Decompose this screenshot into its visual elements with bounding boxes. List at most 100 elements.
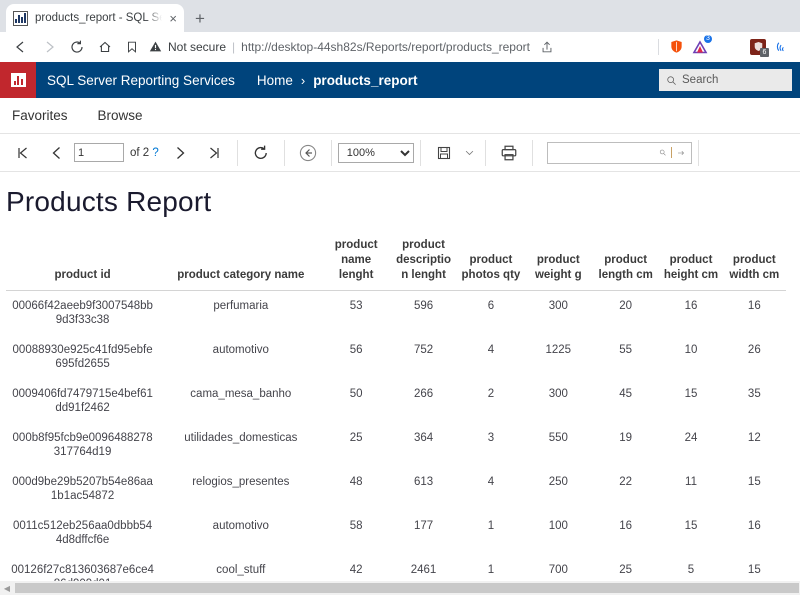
table-row: 00088930e925c41fd95ebfe695fd2655 automoti… (6, 335, 786, 379)
table-cell: cama_mesa_banho (190, 388, 292, 400)
share-icon[interactable] (536, 36, 558, 58)
find-box[interactable] (546, 141, 692, 164)
table-cell: 177 (413, 520, 434, 532)
table-cell: automotivo (212, 520, 269, 532)
chart-icon (13, 10, 28, 26)
table-cell: 20 (619, 300, 633, 312)
page-number-input[interactable] (74, 143, 124, 162)
home-icon[interactable] (91, 33, 119, 61)
table-cell: 48 (349, 476, 363, 488)
export-group (421, 134, 485, 171)
table-header-row: product id product category name product n… (6, 236, 786, 291)
table-cell: 58 (349, 520, 363, 532)
table-row: 0011c512eb256aa0dbbb544d8dffcf6e automoti… (6, 511, 786, 555)
refresh-group (238, 134, 284, 171)
table-cell: 11 (685, 476, 697, 488)
table-cell: 50 (349, 388, 363, 400)
table-row: 00066f42aeeb9f3007548bb9d3f33c38 perfumar… (6, 291, 786, 336)
column-header: product name lenght (322, 236, 390, 291)
products-table: product id product category name product n… (6, 236, 786, 600)
report-toolbar: of 2 ? 100% (0, 134, 800, 172)
chevron-right-icon: › (300, 72, 306, 88)
horizontal-scrollbar[interactable]: ◀ (0, 581, 800, 595)
brave-shield-icon[interactable] (665, 36, 687, 58)
toolbar-divider (697, 139, 699, 166)
cell-product-id: 00066f42aeeb9f3007548bb9d3f33c38 (12, 300, 153, 326)
table-cell: 15 (747, 476, 761, 488)
find-divider (671, 147, 672, 158)
not-secure-warning-icon[interactable] (149, 40, 162, 53)
breadcrumb-home[interactable]: Home (257, 73, 293, 88)
next-page-icon[interactable] (163, 140, 197, 166)
table-cell: 6 (487, 300, 495, 312)
address-divider: | (232, 39, 236, 54)
tab-favorites[interactable]: Favorites (12, 108, 68, 123)
previous-page-icon[interactable] (40, 140, 74, 166)
table-cell: 2 (487, 388, 495, 400)
address-bar[interactable]: Not secure | http://desktop-44sh82s/Repo… (123, 35, 650, 59)
browser-tab[interactable]: products_report - SQL Server 20 × (6, 4, 184, 32)
bookmark-icon[interactable] (125, 40, 139, 54)
cell-product-id: 0009406fd7479715e4bef61dd91f2462 (12, 388, 153, 414)
new-tab-button[interactable]: + (195, 10, 205, 27)
tab-browse[interactable]: Browse (98, 108, 143, 123)
page-count-label: of 2 ? (130, 146, 159, 159)
pagination-group: of 2 ? (0, 134, 237, 171)
table-cell: perfumaria (213, 300, 269, 312)
zoom-select[interactable]: 100% (337, 142, 414, 163)
table-cell: 550 (548, 432, 568, 444)
zoom-group: 100% (332, 134, 420, 171)
save-export-icon[interactable] (427, 140, 461, 166)
find-input[interactable] (553, 143, 654, 162)
table-cell: 16 (684, 300, 698, 312)
table-cell: 25 (349, 432, 363, 444)
table-cell: 300 (548, 388, 568, 400)
browser-tab-title: products_report - SQL Server 20 (35, 12, 162, 24)
table-row: 000d9be29b5207b54e86aa1b1ac54872 relogios… (6, 467, 786, 511)
table-cell: 4 (487, 344, 495, 356)
scrollbar-thumb[interactable] (15, 583, 799, 593)
search-icon (667, 75, 676, 85)
column-header: product photos qty (457, 236, 525, 291)
table-body: 00066f42aeeb9f3007548bb9d3f33c38 perfumar… (6, 291, 786, 600)
table-cell: 250 (548, 476, 568, 488)
print-group (486, 134, 532, 171)
table-cell: 16 (747, 300, 761, 312)
profile-avatar[interactable]: 6 (747, 36, 769, 58)
back-icon[interactable] (7, 33, 35, 61)
print-icon[interactable] (492, 140, 526, 166)
table-cell: 15 (684, 388, 698, 400)
close-icon[interactable]: × (169, 12, 177, 25)
table-row: 000b8f95fcb9e0096488278317764d19 utilidad… (6, 423, 786, 467)
ssrs-header: SQL Server Reporting Services Home › pro… (0, 62, 800, 98)
table-cell: 24 (684, 432, 698, 444)
extension-triangle-icon[interactable]: 3 (689, 34, 712, 58)
page-title: Products Report (6, 186, 212, 217)
column-header: product id (6, 236, 160, 291)
ssrs-logo-icon[interactable] (0, 62, 36, 98)
reload-icon[interactable] (63, 33, 91, 61)
header-search-box[interactable]: Search (659, 69, 792, 91)
scroll-left-icon[interactable]: ◀ (0, 581, 14, 595)
find-next-icon (677, 150, 684, 155)
ssrs-brand-label[interactable]: SQL Server Reporting Services (47, 73, 235, 88)
table-cell: 53 (349, 300, 363, 312)
table-cell: 16 (747, 520, 761, 532)
table-cell: 22 (619, 476, 633, 488)
table-cell: 613 (413, 476, 434, 488)
forward-icon[interactable] (35, 33, 63, 61)
last-page-icon[interactable] (197, 140, 231, 166)
breadcrumb-current: products_report (313, 72, 418, 88)
page-count-help[interactable]: ? (152, 147, 158, 159)
header-search-placeholder: Search (682, 74, 719, 86)
ssrs-tabbar: Favorites Browse (0, 98, 800, 134)
back-to-parent-icon[interactable] (291, 140, 325, 166)
cast-icon[interactable] (771, 36, 793, 58)
column-header: product category name (159, 236, 323, 291)
refresh-icon[interactable] (244, 140, 278, 166)
chevron-down-icon[interactable] (461, 140, 479, 166)
column-header: product length cm (591, 236, 660, 291)
table-cell: 12 (747, 432, 761, 444)
table-cell: 266 (413, 388, 434, 400)
first-page-icon[interactable] (6, 140, 40, 166)
